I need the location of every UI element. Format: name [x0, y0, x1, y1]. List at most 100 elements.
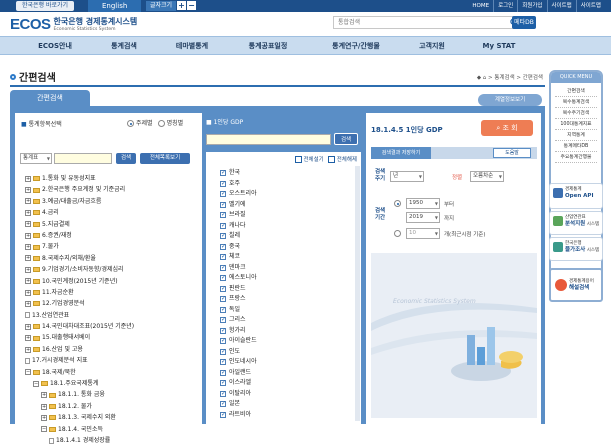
- expand-icon[interactable]: +: [25, 244, 31, 251]
- country-checkbox[interactable]: [220, 242, 226, 252]
- quick-menu-item[interactable]: 통계메타DB: [555, 141, 597, 152]
- search-input[interactable]: [334, 17, 514, 28]
- country-checkbox[interactable]: [220, 252, 226, 263]
- country-item[interactable]: 중국: [220, 242, 257, 252]
- tree-node[interactable]: +16.산업 및 고용: [25, 344, 200, 355]
- tree-node[interactable]: − 18.국제/북한: [25, 367, 200, 378]
- tree-node[interactable]: +2.한국은행 주요계정 및 기준금리: [25, 184, 200, 195]
- tree-node[interactable]: − 18.1.주요국제통계: [25, 378, 200, 389]
- top-link-4[interactable]: 사이트맵: [575, 0, 605, 12]
- tree-node[interactable]: +18.1.1. 통화 금융: [25, 389, 200, 400]
- expand-icon[interactable]: +: [25, 255, 31, 262]
- expand-icon[interactable]: +: [25, 289, 31, 296]
- country-item[interactable]: 이탈리아: [220, 389, 257, 399]
- collapse-icon[interactable]: −: [33, 380, 39, 387]
- search-type-select[interactable]: 통계표: [20, 153, 52, 164]
- country-item[interactable]: 칠레: [220, 231, 257, 242]
- tree-node-label[interactable]: 18.1.1. 통화 금융: [58, 389, 105, 400]
- expand-icon[interactable]: +: [41, 403, 47, 410]
- expand-icon[interactable]: +: [25, 187, 31, 194]
- country-checkbox[interactable]: [220, 273, 226, 284]
- country-checkbox[interactable]: [220, 294, 226, 305]
- tree-node-label[interactable]: 9.기업경기/소비자동향/경제심리: [42, 264, 124, 275]
- country-item[interactable]: 일본: [220, 399, 257, 410]
- open-api-banner[interactable]: 경제통계 Open API: [549, 183, 603, 209]
- expand-icon[interactable]: +: [25, 346, 31, 353]
- country-item[interactable]: 이스라엘: [220, 378, 257, 389]
- country-checkbox[interactable]: [220, 368, 226, 378]
- country-checkbox[interactable]: [220, 263, 226, 273]
- country-checkbox[interactable]: [220, 210, 226, 221]
- collapse-icon[interactable]: −: [41, 426, 47, 433]
- tree-node[interactable]: +8.국제수지/외채/환율: [25, 253, 200, 264]
- quick-menu-item[interactable]: 지역통계: [555, 130, 597, 141]
- item-search-input[interactable]: [206, 134, 331, 145]
- nav-item-1[interactable]: 통계검색: [104, 37, 144, 55]
- country-checkbox[interactable]: [220, 336, 226, 347]
- tree-node-label[interactable]: 16.산업 및 고용: [42, 344, 83, 355]
- expand-icon[interactable]: +: [25, 175, 31, 182]
- country-checkbox[interactable]: [220, 410, 226, 420]
- tree-node-label[interactable]: 8.국제수지/외채/환율: [42, 253, 96, 264]
- deselect-all-button[interactable]: 전체해제: [328, 155, 357, 163]
- tree-node-label[interactable]: 3.예금/대출금/자금흐름: [42, 196, 101, 207]
- country-checkbox[interactable]: [220, 231, 226, 242]
- view-button[interactable]: ⌕ 조 회: [481, 120, 533, 136]
- quick-menu-item[interactable]: 간편검색: [555, 86, 597, 97]
- period-recent-radio[interactable]: [394, 230, 401, 237]
- full-list-button[interactable]: 전체목록보기: [140, 153, 190, 164]
- glossary-banner[interactable]: 경제통계용어 해설검색: [549, 268, 603, 302]
- quick-menu-item[interactable]: 복수통계검색: [555, 97, 597, 108]
- tree-node-label[interactable]: 12.기업경영분석: [42, 298, 85, 309]
- tree-node-label[interactable]: 17.거시경제분석 지표: [32, 355, 88, 366]
- country-checkbox[interactable]: [220, 389, 226, 399]
- tree-node[interactable]: +5.지급결제: [25, 219, 200, 230]
- tree-node[interactable]: +3.예금/대출금/자금흐름: [25, 196, 200, 207]
- country-checkbox[interactable]: [220, 378, 226, 389]
- country-item[interactable]: 헝가리: [220, 326, 257, 336]
- expand-icon[interactable]: +: [25, 232, 31, 239]
- tree-node-label[interactable]: 18.1.주요국제통계: [50, 378, 98, 389]
- top-link-0[interactable]: HOME: [468, 0, 493, 12]
- tree-node[interactable]: +10.국민계정(2015년 기준년): [25, 276, 200, 287]
- expand-icon[interactable]: +: [25, 323, 31, 330]
- country-checkbox[interactable]: [220, 221, 226, 231]
- country-checkbox[interactable]: [220, 189, 226, 200]
- item-search-button[interactable]: 검색: [334, 133, 358, 145]
- country-item[interactable]: 에스토니아: [220, 273, 257, 284]
- country-checkbox[interactable]: [220, 326, 226, 336]
- expand-icon[interactable]: +: [25, 335, 31, 342]
- country-item[interactable]: 한국: [220, 168, 257, 179]
- country-item[interactable]: 핀란드: [220, 284, 257, 294]
- country-checkbox[interactable]: [220, 168, 226, 179]
- tree-node[interactable]: +18.1.2. 물가: [25, 401, 200, 412]
- country-checkbox[interactable]: [220, 347, 226, 357]
- expand-icon[interactable]: +: [25, 266, 31, 273]
- country-checkbox[interactable]: [220, 284, 226, 294]
- tree-node[interactable]: 13.산업연관표: [25, 310, 200, 321]
- tree-node[interactable]: +9.기업경기/소비자동향/경제심리: [25, 264, 200, 275]
- tree-search-button[interactable]: 검색: [116, 153, 136, 164]
- country-item[interactable]: 라트비아: [220, 410, 257, 420]
- tree-node[interactable]: 18.1.4.1 경제성장률: [25, 435, 200, 446]
- tree-node[interactable]: − 18.1.4. 국민소득: [25, 424, 200, 435]
- tree-node[interactable]: +7.물가: [25, 241, 200, 252]
- recent-count-input[interactable]: 10: [406, 228, 440, 239]
- country-item[interactable]: 인도네시아: [220, 357, 257, 368]
- country-item[interactable]: 벨기에: [220, 200, 257, 210]
- country-item[interactable]: 아일랜드: [220, 368, 257, 378]
- tree-node[interactable]: +6.증권/재정: [25, 230, 200, 241]
- cycle-select[interactable]: 년: [390, 171, 424, 182]
- tree-node-label[interactable]: 10.국민계정(2015년 기준년): [42, 276, 118, 287]
- quick-menu-item[interactable]: 복수주기검색: [555, 108, 597, 119]
- country-checkbox[interactable]: [220, 200, 226, 210]
- expand-icon[interactable]: +: [25, 300, 31, 307]
- nav-item-5[interactable]: 고객지원: [414, 37, 450, 55]
- top-link-3[interactable]: 사이트맵: [546, 0, 576, 12]
- series-info-button[interactable]: 계열정보보기: [478, 94, 542, 106]
- nav-item-3[interactable]: 통계공표일정: [242, 37, 294, 55]
- country-item[interactable]: 아이슬란드: [220, 336, 257, 347]
- radio-theme[interactable]: 주제별: [127, 118, 153, 127]
- tree-node[interactable]: +4.금리: [25, 207, 200, 218]
- expand-icon[interactable]: +: [25, 209, 31, 216]
